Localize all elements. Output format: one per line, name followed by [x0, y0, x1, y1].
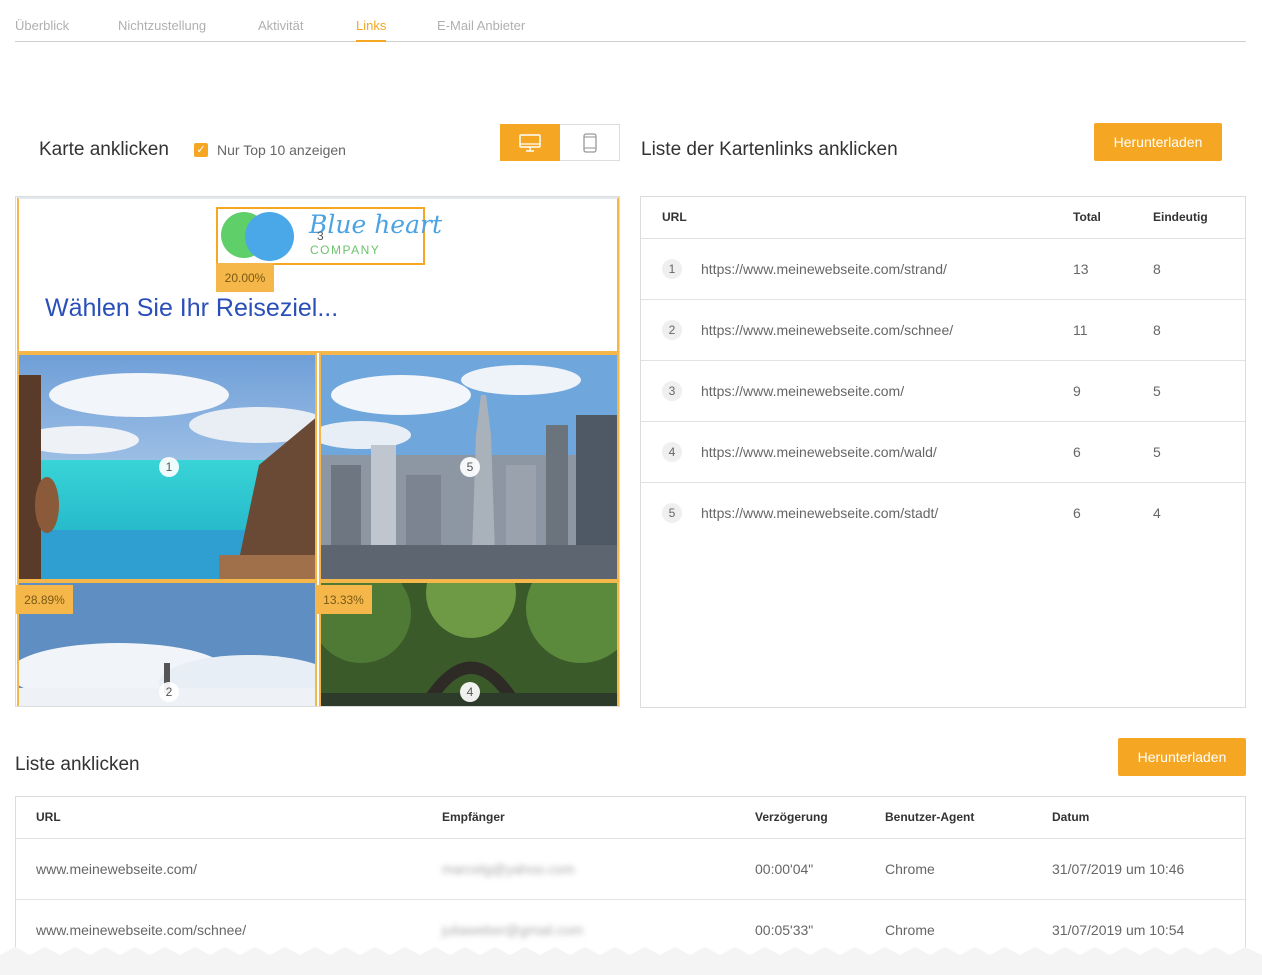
tile-city[interactable]: 5	[319, 353, 619, 581]
logo-subtitle: COMPANY	[310, 243, 381, 257]
row-index: 4	[662, 442, 682, 462]
row-delay: 00:00'04"	[755, 861, 814, 877]
email-header-region[interactable]: Blue heart COMPANY 3 20.00% Wählen Sie I…	[17, 197, 619, 353]
row-total: 11	[1073, 322, 1088, 338]
row-recipient: juliaweber@gmail.com	[442, 922, 584, 938]
desktop-icon	[519, 133, 541, 152]
row-recipient: marcelg@yahoo.com	[442, 861, 575, 877]
table-row[interactable]: 3 https://www.meinewebseite.com/ 9 5	[641, 360, 1245, 421]
row-index: 5	[662, 503, 682, 523]
table-row[interactable]: www.meinewebseite.com/ marcelg@yahoo.com…	[16, 838, 1245, 899]
row-url[interactable]: https://www.meinewebseite.com/	[701, 383, 904, 399]
desktop-view-button[interactable]	[500, 124, 560, 161]
percent-badge-logo: 20.00%	[216, 263, 274, 292]
check-icon: ✓	[196, 144, 206, 156]
mobile-icon	[582, 132, 597, 153]
table-row[interactable]: 1 https://www.meinewebseite.com/strand/ …	[641, 238, 1245, 299]
row-url[interactable]: https://www.meinewebseite.com/schnee/	[701, 322, 953, 338]
torn-edge	[0, 947, 1262, 975]
marker-4: 4	[460, 682, 480, 702]
row-total: 13	[1073, 261, 1089, 277]
row-index: 3	[662, 381, 682, 401]
row-url[interactable]: www.meinewebseite.com/	[36, 861, 197, 877]
col-recipient: Empfänger	[442, 810, 505, 824]
row-url[interactable]: https://www.meinewebseite.com/wald/	[701, 444, 937, 460]
logo-region[interactable]: Blue heart COMPANY 3	[216, 207, 442, 265]
clicks-table: URL Empfänger Verzögerung Benutzer-Agent…	[15, 796, 1246, 966]
row-url[interactable]: www.meinewebseite.com/schnee/	[36, 922, 246, 938]
tab-bar: Überblick Nichtzustellung Aktivität Link…	[15, 0, 1246, 42]
download-clicks-button[interactable]: Herunterladen	[1118, 738, 1246, 776]
top10-checkbox[interactable]: ✓	[194, 143, 208, 157]
tab-links[interactable]: Links	[356, 18, 387, 42]
col-total: Total	[1073, 210, 1101, 224]
table-row[interactable]: 2 https://www.meinewebseite.com/schnee/ …	[641, 299, 1245, 360]
logo-blue-circle	[245, 212, 294, 261]
percent-badge-forest: 13.33%	[315, 585, 372, 614]
col-user-agent: Benutzer-Agent	[885, 810, 975, 824]
email-headline: Wählen Sie Ihr Reiseziel...	[45, 294, 339, 322]
tab-bounces[interactable]: Nichtzustellung	[118, 18, 206, 33]
marker-5: 5	[460, 457, 480, 477]
col-url: URL	[36, 810, 61, 824]
click-map: Blue heart COMPANY 3 20.00% Wählen Sie I…	[15, 196, 620, 707]
table-row[interactable]: 4 https://www.meinewebseite.com/wald/ 6 …	[641, 421, 1245, 482]
col-date: Datum	[1052, 810, 1090, 824]
tab-overview[interactable]: Überblick	[15, 18, 69, 33]
row-delay: 00:05'33"	[755, 922, 814, 938]
row-index: 2	[662, 320, 682, 340]
row-unique: 5	[1153, 444, 1161, 460]
row-total: 6	[1073, 505, 1081, 521]
click-list-title: Liste anklicken	[15, 754, 140, 775]
marker-3: 3	[317, 229, 324, 243]
percent-badge-snow: 28.89%	[16, 585, 73, 614]
click-map-title: Karte anklicken	[39, 139, 169, 160]
row-total: 9	[1073, 383, 1081, 399]
links-table: URL Total Eindeutig 1 https://www.meinew…	[640, 196, 1246, 708]
row-url[interactable]: https://www.meinewebseite.com/stadt/	[701, 505, 938, 521]
row-unique: 8	[1153, 261, 1161, 277]
col-url: URL	[662, 210, 687, 224]
row-user-agent: Chrome	[885, 861, 935, 877]
row-index: 1	[662, 259, 682, 279]
row-unique: 5	[1153, 383, 1161, 399]
marker-2: 2	[159, 682, 179, 702]
links-list-title: Liste der Kartenlinks anklicken	[641, 139, 898, 160]
mobile-view-button[interactable]	[560, 124, 620, 161]
row-url[interactable]: https://www.meinewebseite.com/strand/	[701, 261, 947, 277]
tab-email-providers[interactable]: E-Mail Anbieter	[437, 18, 525, 33]
logo-title: Blue heart	[309, 210, 443, 239]
row-unique: 4	[1153, 505, 1161, 521]
row-date: 31/07/2019 um 10:54	[1052, 922, 1185, 938]
col-unique: Eindeutig	[1153, 210, 1208, 224]
row-user-agent: Chrome	[885, 922, 935, 938]
row-date: 31/07/2019 um 10:46	[1052, 861, 1185, 877]
col-delay: Verzögerung	[755, 810, 828, 824]
top10-label[interactable]: Nur Top 10 anzeigen	[217, 142, 346, 158]
download-links-button[interactable]: Herunterladen	[1094, 123, 1222, 161]
table-row[interactable]: 5 https://www.meinewebseite.com/stadt/ 6…	[641, 482, 1245, 543]
tab-activity[interactable]: Aktivität	[258, 18, 304, 33]
marker-1: 1	[159, 457, 179, 477]
row-unique: 8	[1153, 322, 1161, 338]
tile-beach[interactable]: 1	[17, 353, 317, 581]
row-total: 6	[1073, 444, 1081, 460]
